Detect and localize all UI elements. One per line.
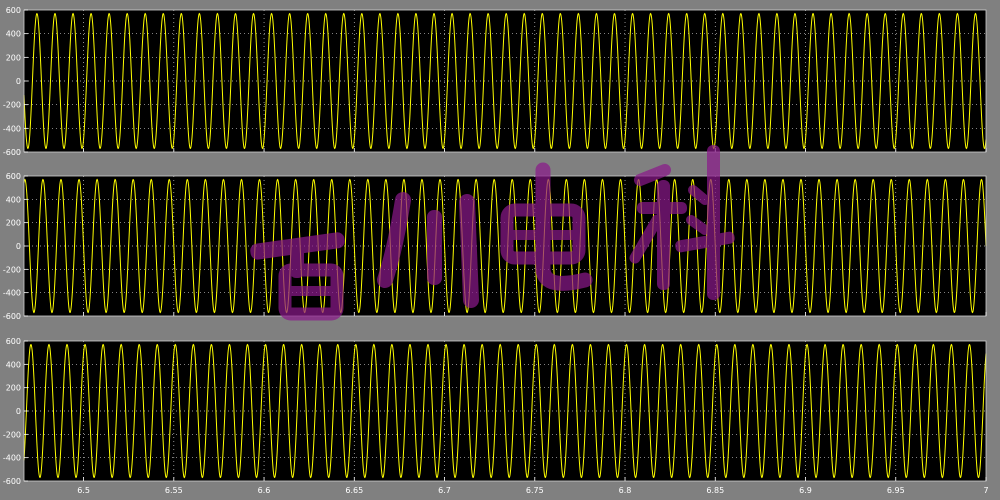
y-tick-label: 0	[16, 242, 21, 251]
y-tick-label: 400	[6, 195, 21, 204]
x-tick-label: 6.8	[619, 486, 632, 495]
y-tick-label: -600	[3, 148, 21, 157]
x-tick-label: 6.5	[77, 486, 90, 495]
x-tick-label: 7	[983, 486, 988, 495]
x-tick-label: 6.6	[258, 486, 271, 495]
x-tick-label: 6.55	[165, 486, 183, 495]
scope-panel-2: -600 -400 -200 0 200 400 600	[3, 172, 987, 321]
y-tick-label: -400	[3, 289, 21, 298]
y-tick-label: 400	[6, 30, 21, 39]
x-tick-label: 6.9	[799, 486, 812, 495]
y-tick-label: -200	[3, 265, 21, 274]
scope-panel-3: -600 -400 -200 0 200 400 600 6.5 6.55 6.6 6.65 6.7 6…	[3, 337, 989, 495]
scope-display: -600 -400 -200 0 200 400 600 -600 -400 -200 0 200 40…	[3, 6, 989, 495]
y-tick-label: 600	[6, 6, 21, 15]
y-tick-label: 600	[6, 172, 21, 181]
y-tick-label: 0	[16, 77, 21, 86]
y-tick-label: -400	[3, 454, 21, 463]
y-tick-label: -600	[3, 312, 21, 321]
y-tick-label: -400	[3, 124, 21, 133]
y-tick-label: 200	[6, 53, 21, 62]
y-tick-label: 200	[6, 219, 21, 228]
y-tick-label: 200	[6, 384, 21, 393]
x-tick-label: 6.75	[526, 486, 544, 495]
scope-panel-1: -600 -400 -200 0 200 400 600	[3, 6, 987, 157]
y-tick-label: 600	[6, 337, 21, 346]
y-tick-label: -600	[3, 477, 21, 486]
y-tick-label: 400	[6, 360, 21, 369]
y-tick-label: -200	[3, 101, 21, 110]
y-tick-label: 0	[16, 407, 21, 416]
y-tick-label: -200	[3, 430, 21, 439]
x-tick-label: 6.85	[706, 486, 724, 495]
x-tick-label: 6.95	[887, 486, 905, 495]
x-tick-label: 6.7	[438, 486, 451, 495]
x-tick-label: 6.65	[345, 486, 363, 495]
